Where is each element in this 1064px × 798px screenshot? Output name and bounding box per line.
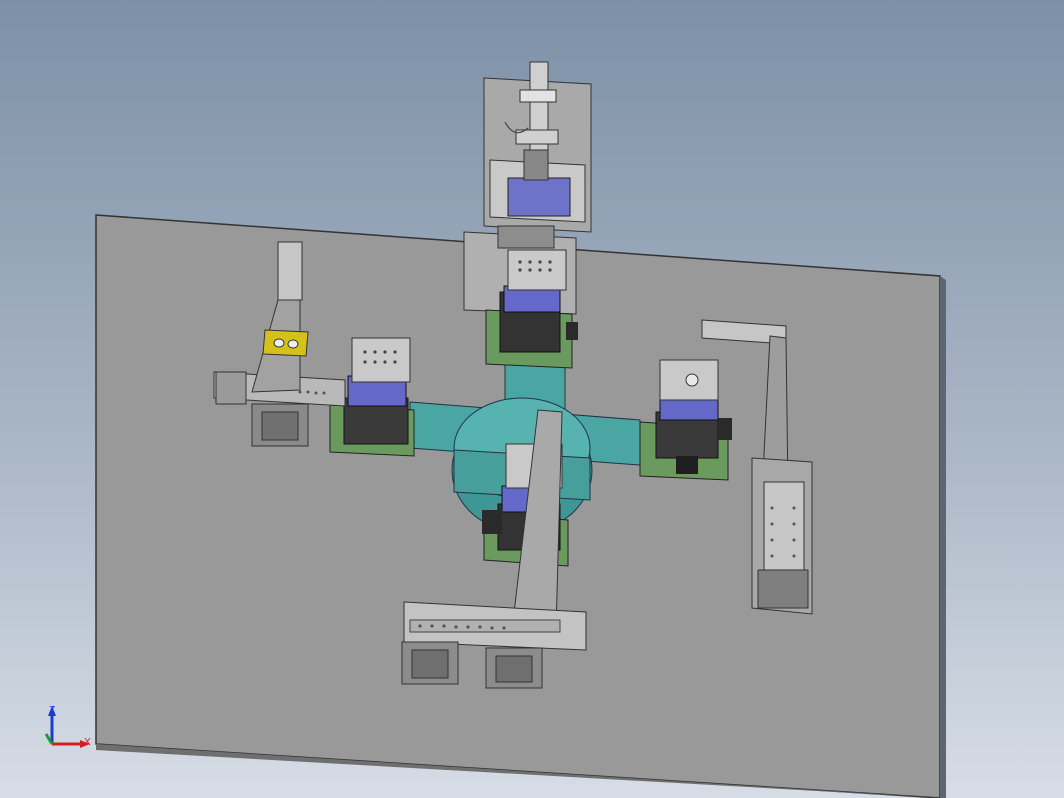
axis-z-label: Z — [49, 705, 56, 716]
3d-viewport[interactable]: Z X — [0, 0, 1064, 798]
axis-x-label: X — [84, 737, 91, 748]
cad-model-scene[interactable] — [0, 0, 1064, 798]
